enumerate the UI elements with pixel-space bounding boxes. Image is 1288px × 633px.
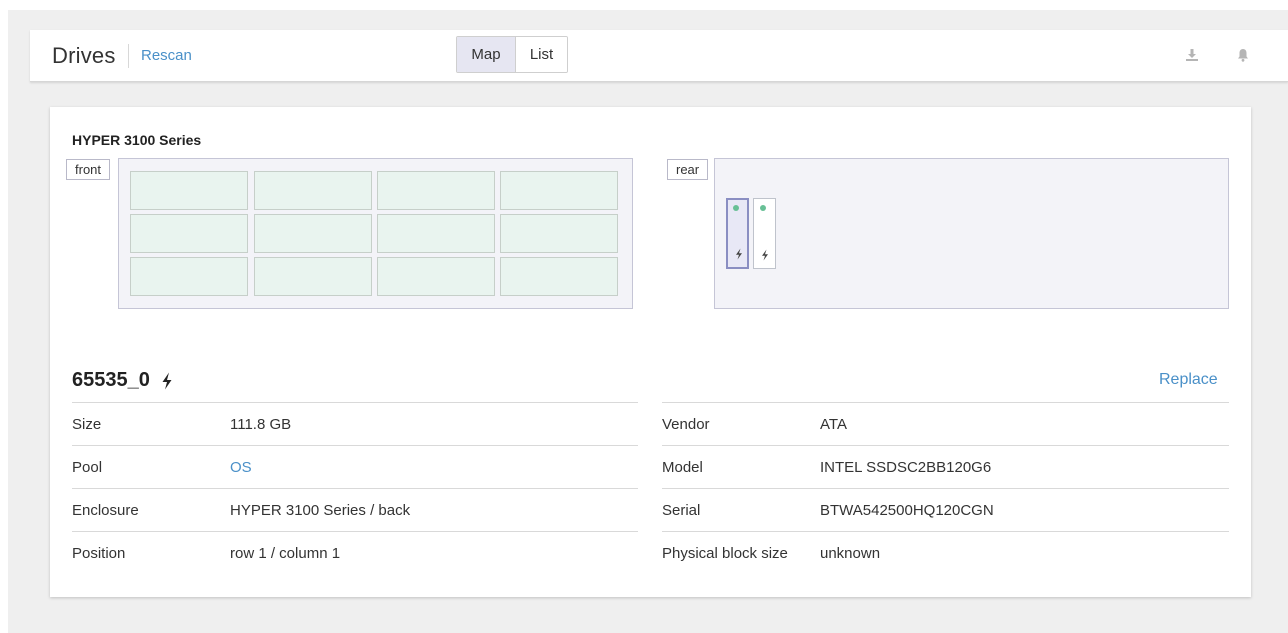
detail-value: BTWA542500HQ120CGN [820,501,994,519]
rescan-link[interactable]: Rescan [141,47,192,64]
drive-card: HYPER 3100 Series front rear 65535_0 Rep… [50,107,1251,597]
front-slot[interactable] [500,171,618,210]
bell-icon[interactable] [1235,47,1251,63]
rear-drive[interactable] [753,198,776,269]
front-slot[interactable] [254,257,372,296]
detail-row-serial: Serial BTWA542500HQ120CGN [662,488,1229,531]
header-divider [128,44,129,68]
detail-value: 111.8 GB [230,415,292,433]
front-slot[interactable] [500,257,618,296]
detail-label: Size [72,415,102,433]
detail-value: ATA [820,415,847,433]
drive-details-right: Vendor ATA Model INTEL SSDSC2BB120G6 Ser… [662,402,1229,574]
detail-label: Serial [662,501,701,519]
detail-label: Vendor [662,415,710,433]
bolt-icon [733,247,745,260]
detail-row-size: Size 111.8 GB [72,402,638,445]
detail-label: Enclosure [72,501,139,519]
front-slot[interactable] [130,171,248,210]
status-dot-icon [760,205,766,211]
detail-row-pool: Pool OS [72,445,638,488]
front-slot[interactable] [377,257,495,296]
front-label: front [66,159,111,180]
status-dot-icon [733,205,739,211]
detail-value: row 1 / column 1 [230,544,341,562]
detail-value: HYPER 3100 Series / back [230,501,411,519]
detail-label: Pool [72,458,103,476]
detail-row-block-size: Physical block size unknown [662,531,1229,574]
replace-button[interactable]: Replace [1159,371,1218,389]
detail-value: unknown [820,544,881,562]
detail-label: Position [72,544,126,562]
detail-value: INTEL SSDSC2BB120G6 [820,458,992,476]
front-slot[interactable] [130,214,248,253]
drive-details-left: Size 111.8 GB Pool OS Enclosure HYPER 31… [72,402,638,574]
detail-row-position: Position row 1 / column 1 [72,531,638,574]
rear-enclosure-panel [714,158,1229,309]
front-slot[interactable] [500,214,618,253]
front-slot[interactable] [377,171,495,210]
front-slot[interactable] [377,214,495,253]
rear-drive-selected[interactable] [726,198,749,269]
page-title: Drives [52,43,116,68]
front-slot[interactable] [254,171,372,210]
drives-header: Drives Rescan Map List [30,30,1288,82]
enclosure-title: HYPER 3100 Series [72,132,202,148]
download-icon[interactable] [1184,47,1200,63]
list-view-button[interactable]: List [516,37,567,72]
detail-row-vendor: Vendor ATA [662,402,1229,445]
detail-label: Physical block size [662,544,788,562]
drive-title: 65535_0 [72,369,174,392]
front-slot[interactable] [130,257,248,296]
map-view-button[interactable]: Map [457,37,516,72]
front-slot[interactable] [254,214,372,253]
pool-link[interactable]: OS [230,459,252,476]
detail-row-enclosure: Enclosure HYPER 3100 Series / back [72,488,638,531]
view-toggle: Map List [456,36,568,73]
rear-label: rear [667,159,709,180]
detail-row-model: Model INTEL SSDSC2BB120G6 [662,445,1229,488]
drive-name: 65535_0 [72,369,150,391]
bolt-icon [160,372,174,390]
detail-label: Model [662,458,703,476]
bolt-icon [759,248,771,261]
